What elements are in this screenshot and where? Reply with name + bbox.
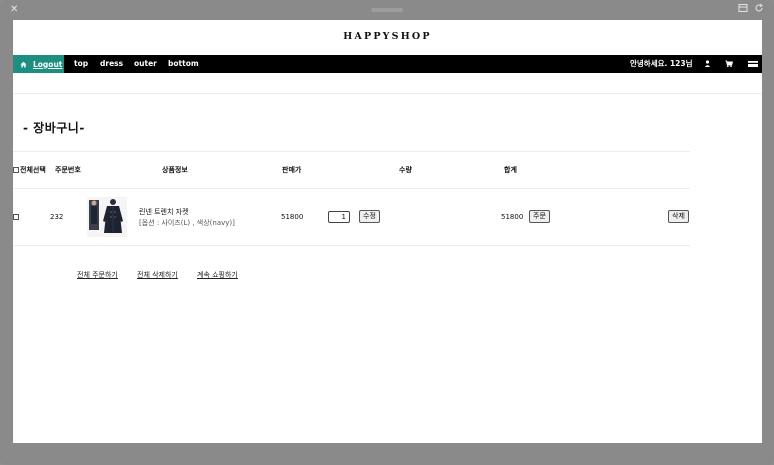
greeting-text: 안녕하세요. 123님 (630, 59, 693, 68)
page-content: HAPPYSHOP Logout top dress outer bottom … (13, 20, 762, 443)
delete-all-link[interactable]: 전체 삭제하기 (137, 270, 178, 280)
nav-link-bottom[interactable]: bottom (168, 55, 199, 73)
quantity-input[interactable]: 1 (328, 211, 350, 223)
window-icon[interactable] (738, 3, 748, 15)
browser-window: ✕ HAPPYSHOP Logout top dress outer botto… (0, 0, 774, 465)
item-total: 51800 (501, 213, 524, 221)
refresh-icon[interactable] (754, 3, 764, 15)
quantity-header: 수량 (399, 166, 412, 174)
continue-shopping-link[interactable]: 계속 쇼핑하기 (197, 270, 238, 280)
nav-link-dress[interactable]: dress (100, 55, 123, 73)
site-logo[interactable]: HAPPYSHOP (13, 31, 762, 42)
product-name[interactable]: 린넨 트렌치 자켓 (139, 207, 189, 217)
order-all-link[interactable]: 전체 주문하기 (77, 270, 118, 280)
item-price: 51800 (281, 213, 304, 221)
cart-icon[interactable] (725, 55, 733, 80)
order-no-header: 주문번호 (55, 166, 81, 174)
table-top-divider (13, 151, 690, 152)
product-thumbnail[interactable] (87, 197, 127, 237)
item-checkbox[interactable] (13, 214, 19, 220)
delete-item-button[interactable]: 삭제 (668, 210, 689, 223)
price-header: 판매가 (282, 166, 302, 174)
close-icon[interactable]: ✕ (10, 3, 18, 17)
drag-handle[interactable] (371, 8, 403, 12)
select-all-checkbox[interactable] (13, 167, 19, 173)
user-icon[interactable] (704, 55, 711, 80)
select-all-label: 전체선택 (20, 166, 46, 174)
update-quantity-button[interactable]: 수정 (359, 210, 380, 223)
product-options: [옵션 : 사이즈(L) , 색상(navy)] (139, 219, 235, 227)
table-header-divider (13, 188, 690, 189)
order-item-button[interactable]: 주문 (529, 210, 550, 223)
page-title: - 장바구니- (23, 121, 85, 135)
window-titlebar: ✕ (0, 0, 774, 20)
table-bottom-divider (13, 245, 690, 246)
table-row (13, 213, 20, 221)
card-icon[interactable] (748, 55, 758, 80)
total-header: 합계 (504, 166, 517, 174)
header-divider (13, 93, 762, 94)
nav-link-top[interactable]: top (74, 55, 88, 73)
top-navbar: Logout top dress outer bottom 안녕하세요. 123… (13, 55, 762, 73)
order-number: 232 (50, 213, 64, 221)
home-icon (20, 61, 27, 68)
product-info-header: 상품정보 (162, 166, 188, 174)
logout-label: Logout (33, 59, 63, 69)
logout-button[interactable]: Logout (13, 55, 64, 73)
select-all-header: 전체선택 (13, 165, 46, 175)
nav-link-outer[interactable]: outer (134, 55, 157, 73)
